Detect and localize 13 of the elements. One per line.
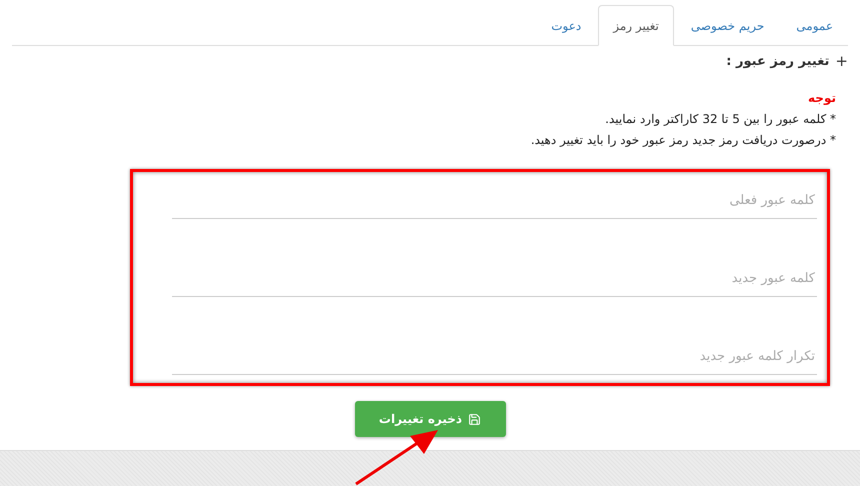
password-field[interactable]: تکرار کلمه عبور جدید [172, 338, 817, 375]
save-button[interactable]: ذخیره تغییرات [354, 401, 506, 437]
section-title: تغییر رمز عبور : [726, 54, 830, 68]
tab[interactable]: حریم خصوصی [676, 5, 780, 46]
tab[interactable]: تغییر رمز [598, 5, 674, 46]
tab[interactable]: عمومی [781, 5, 848, 46]
tab[interactable]: دعوت [536, 5, 596, 46]
notice-title: توجه [807, 90, 836, 107]
password-field[interactable]: کلمه عبور جدید [172, 260, 817, 297]
notice-line: * درصورت دریافت رمز جدید رمز عبور خود را باید تغییر دهید. [530, 132, 836, 149]
notice-line: * کلمه عبور را بین 5 تا 32 کاراکتر وارد نمایید. [604, 111, 836, 128]
expand-toggle[interactable]: + [835, 52, 848, 70]
password-field[interactable]: کلمه عبور فعلی [172, 182, 817, 219]
